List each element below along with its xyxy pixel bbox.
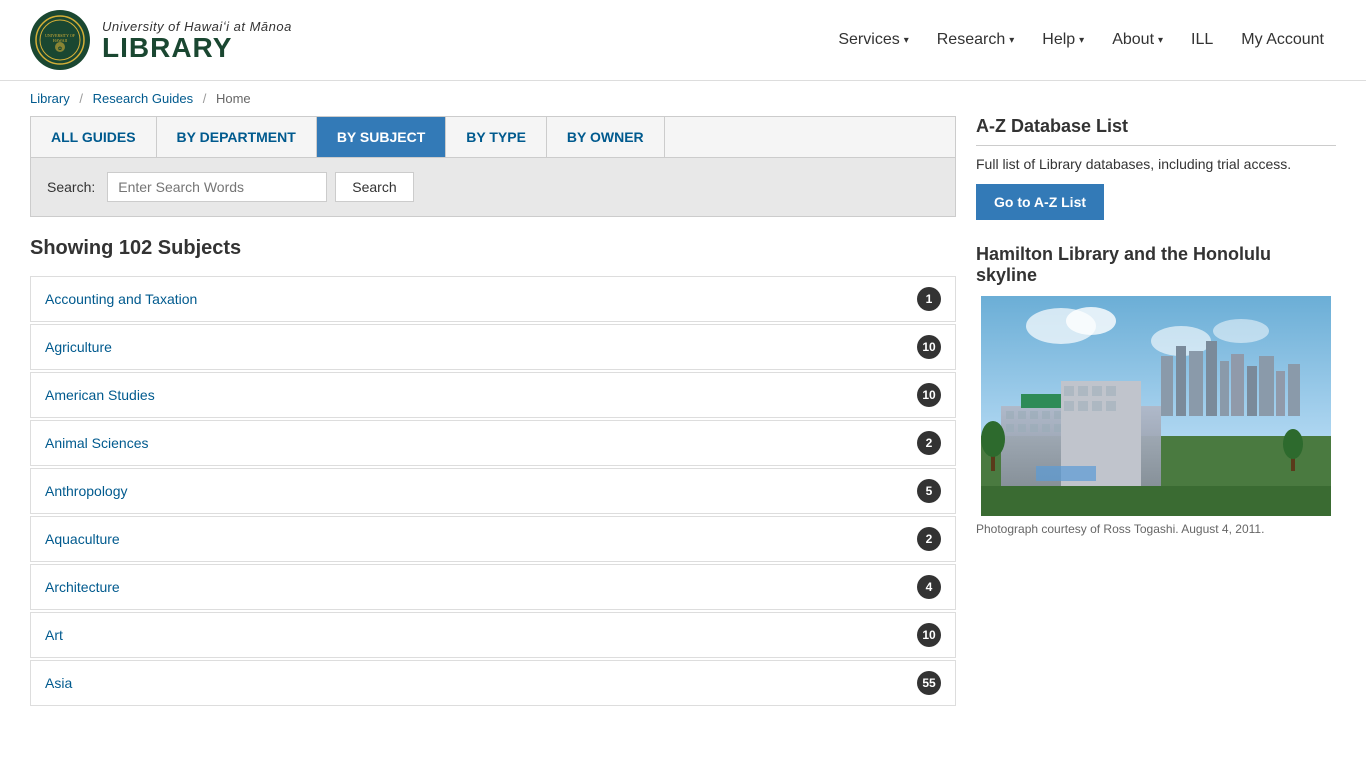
search-bar: Search: Search [30,157,956,217]
list-item[interactable]: Agriculture 10 [30,324,956,370]
breadcrumb-sep-1: / [79,91,83,106]
site-header: UNIVERSITY OF HAWAII ✿ University of Haw… [0,0,1366,81]
search-input[interactable] [107,172,327,202]
subject-count-badge: 1 [917,287,941,311]
list-item[interactable]: Architecture 4 [30,564,956,610]
breadcrumb-research-guides[interactable]: Research Guides [93,91,193,106]
photo-credit: Photograph courtesy of Ross Togashi. Aug… [976,522,1336,536]
subject-count-badge: 5 [917,479,941,503]
nav-myaccount[interactable]: My Account [1229,23,1336,57]
search-button[interactable]: Search [335,172,413,202]
list-item[interactable]: American Studies 10 [30,372,956,418]
tab-all-guides[interactable]: ALL GUIDES [31,117,157,157]
search-label: Search: [47,179,95,195]
about-dropdown-icon: ▾ [1158,35,1163,46]
subject-count-badge: 55 [917,671,941,695]
research-dropdown-icon: ▾ [1009,35,1014,46]
tab-by-department[interactable]: BY DEPARTMENT [157,117,317,157]
subject-link[interactable]: Architecture [45,579,120,595]
list-item[interactable]: Anthropology 5 [30,468,956,514]
list-item[interactable]: Asia 55 [30,660,956,706]
nav-research[interactable]: Research ▾ [925,23,1027,57]
breadcrumb-library[interactable]: Library [30,91,70,106]
list-item[interactable]: Aquaculture 2 [30,516,956,562]
university-seal: UNIVERSITY OF HAWAII ✿ [30,10,90,70]
list-item[interactable]: Art 10 [30,612,956,658]
subject-link[interactable]: Asia [45,675,72,691]
subject-link[interactable]: Accounting and Taxation [45,291,197,307]
hamilton-image-title: Hamilton Library and the Honolulu skylin… [976,244,1336,286]
subject-count-badge: 4 [917,575,941,599]
main-nav: Services ▾ Research ▾ Help ▾ About ▾ ILL… [826,23,1336,57]
subject-link[interactable]: American Studies [45,387,155,403]
tab-by-type[interactable]: BY TYPE [446,117,547,157]
tab-by-owner[interactable]: BY OWNER [547,117,665,157]
main-layout: ALL GUIDES BY DEPARTMENT BY SUBJECT BY T… [0,116,1366,736]
nav-help[interactable]: Help ▾ [1030,23,1096,57]
subject-link[interactable]: Aquaculture [45,531,120,547]
az-section-description: Full list of Library databases, includin… [976,156,1336,172]
breadcrumb-current: Home [216,91,251,106]
library-name: LIBRARY [102,34,292,62]
help-dropdown-icon: ▾ [1079,35,1084,46]
guide-tabs: ALL GUIDES BY DEPARTMENT BY SUBJECT BY T… [30,116,956,157]
tab-by-subject[interactable]: BY SUBJECT [317,117,446,157]
showing-count: Showing 102 Subjects [30,237,956,260]
subject-link[interactable]: Anthropology [45,483,128,499]
subject-list: Accounting and Taxation 1 Agriculture 10… [30,276,956,706]
services-dropdown-icon: ▾ [904,35,909,46]
subject-count-badge: 10 [917,335,941,359]
hamilton-image [976,296,1336,516]
nav-ill[interactable]: ILL [1179,23,1225,57]
list-item[interactable]: Animal Sciences 2 [30,420,956,466]
breadcrumb: Library / Research Guides / Home [0,81,1366,116]
list-item[interactable]: Accounting and Taxation 1 [30,276,956,322]
nav-services[interactable]: Services ▾ [826,23,920,57]
subject-count-badge: 2 [917,527,941,551]
subject-link[interactable]: Agriculture [45,339,112,355]
subject-count-badge: 10 [917,383,941,407]
sidebar: A-Z Database List Full list of Library d… [976,116,1336,706]
logo-text: University of Hawaiʻi at Mānoa LIBRARY [102,19,292,62]
breadcrumb-sep-2: / [203,91,207,106]
subject-count-badge: 2 [917,431,941,455]
nav-about[interactable]: About ▾ [1100,23,1175,57]
logo-area: UNIVERSITY OF HAWAII ✿ University of Haw… [30,10,292,70]
az-section-title: A-Z Database List [976,116,1336,146]
go-to-az-list-button[interactable]: Go to A-Z List [976,184,1104,220]
subject-link[interactable]: Art [45,627,63,643]
subject-link[interactable]: Animal Sciences [45,435,149,451]
az-section: A-Z Database List Full list of Library d… [976,116,1336,220]
subject-count-badge: 10 [917,623,941,647]
hamilton-image-section: Hamilton Library and the Honolulu skylin… [976,244,1336,536]
content-left: ALL GUIDES BY DEPARTMENT BY SUBJECT BY T… [30,116,956,706]
